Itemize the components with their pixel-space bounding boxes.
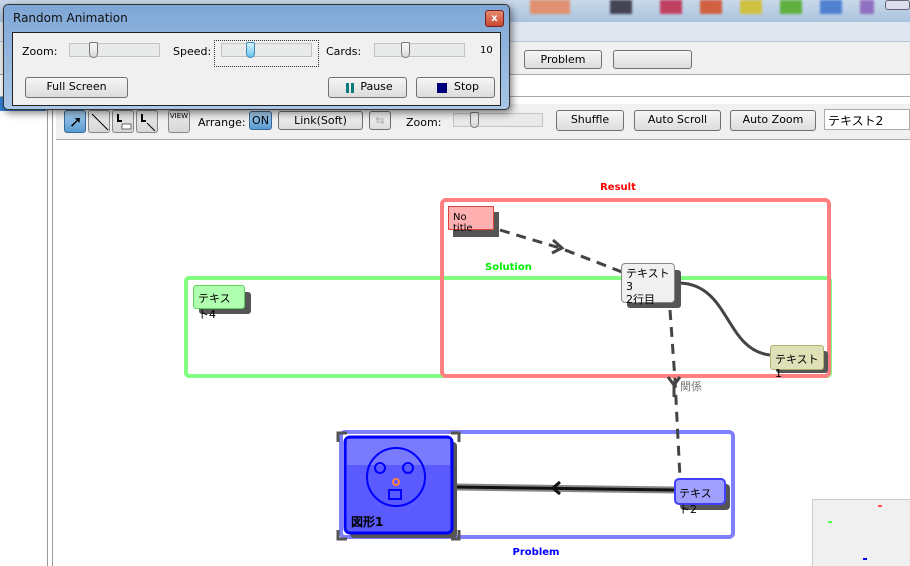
pause-icon — [346, 83, 354, 93]
zoom-label: Zoom: — [22, 45, 58, 58]
pause-button[interactable]: Pause — [328, 77, 407, 98]
cards-slider[interactable] — [374, 42, 465, 58]
dialog-body: Zoom: Speed: Cards: 10 Full Screen Pause… — [12, 32, 501, 106]
card-text4[interactable]: テキスト4 — [193, 285, 245, 321]
minimap-problem — [863, 558, 867, 560]
speed-label: Speed: — [173, 45, 212, 58]
stop-button[interactable]: Stop — [416, 77, 495, 98]
result-group-label: Result — [600, 182, 636, 193]
link-label: 関係 — [680, 380, 702, 393]
problem-group-label: Problem — [513, 547, 560, 558]
minimap[interactable] — [812, 499, 910, 566]
speed-slider[interactable] — [221, 42, 312, 58]
full-screen-button[interactable]: Full Screen — [25, 77, 128, 98]
close-button[interactable]: x — [485, 10, 504, 27]
pause-label: Pause — [360, 80, 393, 93]
minimap-result — [878, 505, 882, 507]
zoom-slider-thumb[interactable] — [89, 42, 98, 58]
cards-value: 10 — [480, 45, 493, 56]
card-text3[interactable]: テキスト3 2行目 — [621, 263, 675, 306]
solution-group-label: Solution — [485, 262, 532, 273]
cards-slider-thumb[interactable] — [401, 42, 410, 58]
shape-label: 図形1 — [351, 515, 383, 529]
speed-slider-thumb[interactable] — [246, 42, 255, 58]
dialog-title: Random Animation — [13, 11, 128, 25]
cards-label: Cards: — [326, 45, 362, 58]
card-line-2: 2行目 — [626, 293, 655, 306]
card-no-title[interactable]: No title — [448, 206, 494, 234]
stop-icon — [437, 83, 447, 93]
minimap-solution — [828, 521, 832, 523]
stop-label: Stop — [453, 80, 479, 93]
card-text2[interactable]: テキスト2 — [674, 478, 726, 516]
zoom-slider[interactable] — [69, 42, 160, 58]
card-line-1: テキスト3 — [626, 267, 670, 293]
card-text1[interactable]: テキスト1 — [770, 345, 824, 380]
random-animation-dialog: Random Animation x Zoom: Speed: Cards: 1… — [3, 4, 510, 110]
curve-link[interactable] — [679, 281, 771, 357]
